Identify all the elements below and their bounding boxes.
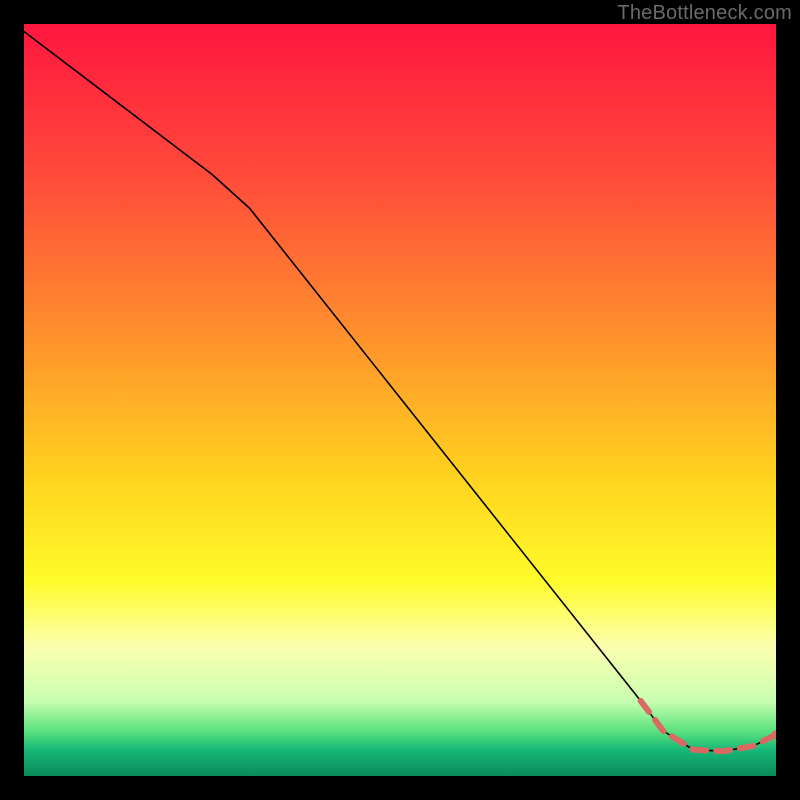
chart-stage: TheBottleneck.com	[0, 0, 800, 800]
gradient-rect	[24, 24, 776, 776]
chart-svg	[24, 24, 776, 776]
watermark-text: TheBottleneck.com	[617, 2, 792, 25]
plot-area	[24, 24, 776, 776]
